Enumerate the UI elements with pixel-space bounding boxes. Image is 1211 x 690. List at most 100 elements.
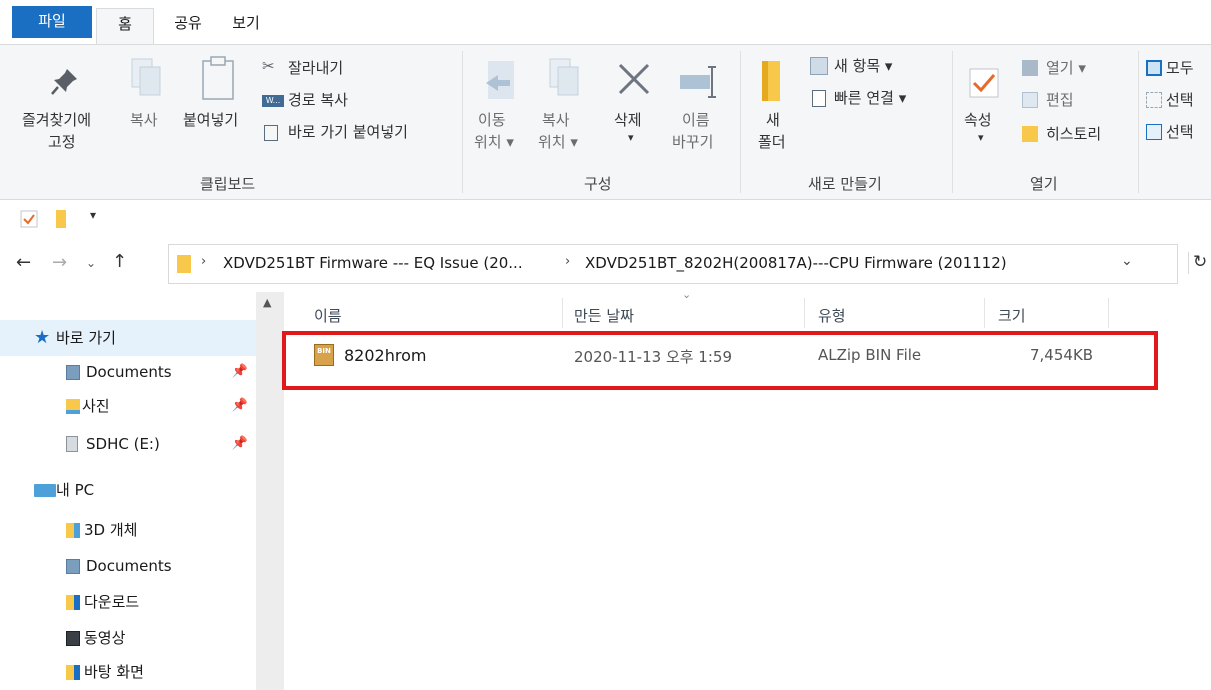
ribbon-separator bbox=[740, 51, 741, 193]
edit-label: 편집 bbox=[1046, 91, 1074, 109]
copy-to-button[interactable]: 복사 위치 ▾ bbox=[534, 45, 596, 165]
pin-icon[interactable]: 📌 bbox=[232, 354, 248, 390]
copy-to-label-1: 복사 bbox=[542, 111, 570, 129]
nav-item-desktop[interactable]: 바탕 화면 bbox=[0, 654, 252, 690]
navigation-scrollbar[interactable]: ▲ bbox=[256, 292, 284, 690]
nav-item-documents[interactable]: Documents 📌 bbox=[0, 354, 252, 390]
computer-icon bbox=[34, 484, 56, 497]
customize-toolbar-icon[interactable]: ▾ bbox=[90, 208, 96, 222]
column-header-name[interactable]: 이름 bbox=[314, 305, 342, 326]
desktop-icon bbox=[66, 665, 80, 680]
nav-item-videos[interactable]: 동영상 bbox=[0, 620, 252, 656]
properties-dropdown: ▾ bbox=[978, 131, 984, 144]
ribbon-separator bbox=[462, 51, 463, 193]
new-group-label: 새로 만들기 bbox=[808, 175, 882, 193]
open-label: 열기 ▾ bbox=[1046, 59, 1086, 77]
nav-label: Documents bbox=[86, 557, 172, 575]
sd-card-icon bbox=[66, 436, 78, 452]
file-list: 이름 만든 날짜 ⌄ 유형 크기 BIN 8202hrom 2020-11-13… bbox=[282, 288, 1211, 690]
select-all-button[interactable]: 모두 bbox=[1146, 57, 1211, 81]
nav-item-documents-pc[interactable]: Documents bbox=[0, 548, 252, 584]
open-button[interactable]: 열기 ▾ bbox=[1022, 57, 1132, 81]
pin-label-1: 즐겨찾기에 bbox=[22, 111, 92, 129]
column-header-size[interactable]: 크기 bbox=[998, 305, 1026, 326]
ribbon-tab-bar: 파일 홈 공유 보기 bbox=[0, 0, 1211, 44]
nav-label: 바로 가기 bbox=[56, 329, 116, 347]
breadcrumb-current[interactable]: XDVD251BT_8202H(200817A)---CPU Firmware … bbox=[585, 254, 1007, 272]
new-folder-icon[interactable] bbox=[56, 210, 66, 228]
rename-button[interactable]: 이름 바꾸기 bbox=[668, 45, 730, 165]
edit-button[interactable]: 편집 bbox=[1022, 89, 1132, 113]
nav-item-pictures[interactable]: 사진 📌 bbox=[0, 388, 252, 424]
address-bar[interactable]: › XDVD251BT Firmware --- EQ Issue (20...… bbox=[168, 244, 1178, 284]
highlight-box bbox=[282, 331, 1158, 390]
delete-label: 삭제 bbox=[614, 111, 642, 129]
properties-button[interactable]: 속성 ▾ bbox=[960, 45, 1010, 165]
tab-share[interactable]: 공유 bbox=[168, 8, 208, 38]
nav-item-downloads[interactable]: 다운로드 bbox=[0, 584, 252, 620]
easy-access-button[interactable]: 빠른 연결 ▾ bbox=[810, 87, 950, 111]
new-item-label: 새 항목 ▾ bbox=[834, 57, 893, 75]
ribbon: 즐겨찾기에 고정 복사 붙여넣기 ✂ 잘라내기 W... 경로 복사 바로 가기… bbox=[0, 44, 1211, 200]
properties-label: 속성 bbox=[964, 111, 992, 129]
up-arrow-icon[interactable]: ↑ bbox=[112, 251, 127, 272]
tab-file[interactable]: 파일 bbox=[12, 6, 92, 38]
open-group-label: 열기 bbox=[1030, 175, 1058, 193]
history-button[interactable]: 히스토리 bbox=[1022, 123, 1132, 147]
select-none-icon bbox=[1146, 92, 1162, 108]
documents-icon bbox=[66, 365, 80, 380]
address-dropdown-icon[interactable]: ⌄ bbox=[1121, 253, 1133, 269]
nav-label: Documents bbox=[86, 363, 172, 381]
back-arrow-icon[interactable]: ← bbox=[16, 252, 31, 273]
pin-icon[interactable]: 📌 bbox=[232, 388, 248, 424]
paste-label: 붙여넣기 bbox=[183, 111, 239, 129]
breadcrumb-separator-icon[interactable]: › bbox=[201, 254, 206, 269]
new-folder-button[interactable]: 새 폴더 bbox=[748, 45, 798, 165]
videos-icon bbox=[66, 631, 80, 646]
nav-label: 내 PC bbox=[56, 481, 95, 499]
column-header-date[interactable]: 만든 날짜 bbox=[574, 305, 634, 326]
column-separator[interactable] bbox=[984, 298, 985, 328]
pin-quick-access-button[interactable]: 즐겨찾기에 고정 bbox=[0, 45, 118, 165]
move-to-label-1: 이동 bbox=[478, 111, 506, 129]
properties-check-icon[interactable] bbox=[20, 210, 38, 228]
nav-item-3d-objects[interactable]: 3D 개체 bbox=[0, 512, 252, 548]
nav-item-quick-access[interactable]: ★ 바로 가기 bbox=[0, 320, 256, 356]
paste-shortcut-icon bbox=[264, 125, 278, 141]
pin-icon[interactable]: 📌 bbox=[232, 426, 248, 462]
paste-button[interactable]: 붙여넣기 bbox=[180, 45, 256, 165]
breadcrumb-separator-icon[interactable]: › bbox=[565, 254, 570, 269]
nav-label: 동영상 bbox=[84, 629, 126, 647]
invert-selection-button[interactable]: 선택 bbox=[1146, 121, 1211, 145]
rename-label-2: 바꾸기 bbox=[672, 133, 714, 151]
recent-locations-icon[interactable]: ⌄ bbox=[86, 256, 96, 270]
copy-button[interactable]: 복사 bbox=[124, 45, 172, 165]
rename-label-1: 이름 bbox=[682, 111, 710, 129]
edit-icon bbox=[1022, 92, 1038, 108]
column-separator[interactable] bbox=[804, 298, 805, 328]
refresh-icon[interactable]: ↻ bbox=[1188, 252, 1210, 274]
nav-item-sdhc[interactable]: SDHC (E:) 📌 bbox=[0, 426, 252, 462]
breadcrumb-parent[interactable]: XDVD251BT Firmware --- EQ Issue (20... bbox=[223, 254, 523, 272]
delete-button[interactable]: 삭제 ▾ bbox=[606, 45, 662, 165]
delete-x-icon bbox=[618, 63, 650, 95]
move-to-label-2: 위치 ▾ bbox=[474, 133, 514, 151]
paste-shortcut-button[interactable]: 바로 가기 붙여넣기 bbox=[262, 121, 452, 145]
cut-button[interactable]: ✂ 잘라내기 bbox=[262, 57, 452, 81]
new-item-button[interactable]: 새 항목 ▾ bbox=[810, 55, 940, 79]
column-separator[interactable] bbox=[1108, 298, 1109, 328]
copy-to-label-2: 위치 ▾ bbox=[538, 133, 578, 151]
tab-home[interactable]: 홈 bbox=[96, 8, 154, 44]
select-none-button[interactable]: 선택 bbox=[1146, 89, 1211, 113]
organize-group-label: 구성 bbox=[584, 175, 612, 193]
tab-view[interactable]: 보기 bbox=[226, 8, 266, 38]
move-to-button[interactable]: 이동 위치 ▾ bbox=[470, 45, 532, 165]
copy-path-button[interactable]: W... 경로 복사 bbox=[262, 89, 452, 113]
forward-arrow-icon[interactable]: → bbox=[52, 252, 67, 273]
column-header-type[interactable]: 유형 bbox=[818, 305, 846, 326]
scroll-up-icon[interactable]: ▲ bbox=[263, 296, 271, 309]
clipboard-group-label: 클립보드 bbox=[200, 175, 256, 193]
invert-selection-icon bbox=[1146, 124, 1162, 140]
nav-item-this-pc[interactable]: 내 PC bbox=[0, 472, 252, 508]
column-separator[interactable] bbox=[562, 298, 563, 328]
